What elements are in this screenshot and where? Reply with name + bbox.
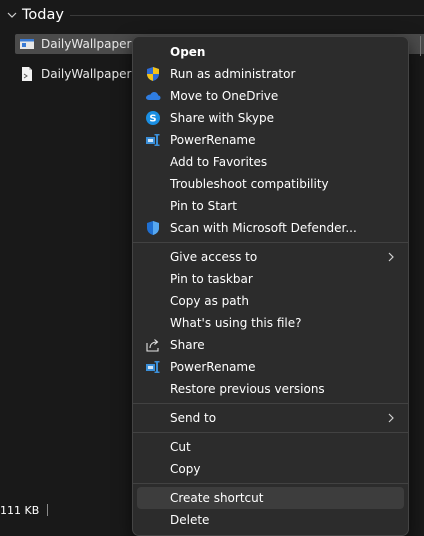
menu-item-powerrename[interactable]: PowerRename: [137, 129, 404, 151]
menu-item-label: What's using this file?: [170, 316, 302, 330]
menu-item-label: Scan with Microsoft Defender...: [170, 221, 357, 235]
group-header-today[interactable]: Today: [6, 5, 64, 25]
menu-item-whats-using-this-file[interactable]: What's using this file?: [137, 312, 404, 334]
menu-item-label: Copy: [170, 462, 201, 476]
menu-item-label: Cut: [170, 440, 191, 454]
svg-text:S: S: [149, 114, 156, 125]
menu-item-label: PowerRename: [170, 360, 256, 374]
menu-item-label: Share: [170, 338, 205, 352]
menu-item-scan-with-defender[interactable]: Scan with Microsoft Defender...: [137, 217, 404, 239]
menu-item-give-access-to[interactable]: Give access to: [137, 246, 404, 268]
menu-item-label: Open: [170, 45, 206, 59]
context-menu: Open Run as administrator Move to OneDri…: [132, 36, 409, 536]
column-divider[interactable]: [420, 36, 421, 56]
group-divider: [70, 15, 424, 16]
menu-item-pin-to-start[interactable]: Pin to Start: [137, 195, 404, 217]
menu-separator: [133, 432, 408, 433]
menu-item-run-as-admin[interactable]: Run as administrator: [137, 63, 404, 85]
menu-item-label: Pin to Start: [170, 199, 237, 213]
menu-item-copy-as-path[interactable]: Copy as path: [137, 290, 404, 312]
menu-item-label: Move to OneDrive: [170, 89, 279, 103]
menu-item-delete[interactable]: Delete: [137, 509, 404, 531]
menu-item-add-to-favorites[interactable]: Add to Favorites: [137, 151, 404, 173]
menu-item-label: Create shortcut: [170, 491, 264, 505]
chevron-down-icon: [7, 12, 17, 18]
menu-item-label: Troubleshoot compatibility: [170, 177, 329, 191]
ps1-file-icon: [22, 67, 32, 81]
menu-item-label: Delete: [170, 513, 210, 527]
group-header-label: Today: [22, 7, 64, 23]
skype-icon: S: [145, 110, 161, 126]
menu-separator: [133, 483, 408, 484]
menu-item-powerrename-2[interactable]: PowerRename: [137, 356, 404, 378]
menu-item-label: Share with Skype: [170, 111, 274, 125]
status-separator: [47, 504, 49, 516]
menu-item-label: Give access to: [170, 250, 258, 264]
menu-item-copy[interactable]: Copy: [137, 458, 404, 480]
menu-item-label: Pin to taskbar: [170, 272, 253, 286]
powerrename-icon: [145, 359, 161, 375]
menu-item-move-to-onedrive[interactable]: Move to OneDrive: [137, 85, 404, 107]
menu-item-label: Run as administrator: [170, 67, 296, 81]
menu-item-open[interactable]: Open: [137, 41, 404, 63]
menu-item-create-shortcut[interactable]: Create shortcut: [137, 487, 404, 509]
uac-shield-icon: [145, 66, 161, 82]
menu-item-label: Send to: [170, 411, 217, 425]
menu-item-label: Copy as path: [170, 294, 249, 308]
menu-separator: [133, 403, 408, 404]
powerrename-icon: [145, 132, 161, 148]
menu-item-troubleshoot-compatibility[interactable]: Troubleshoot compatibility: [137, 173, 404, 195]
chevron-right-icon: [388, 413, 394, 423]
menu-item-send-to[interactable]: Send to: [137, 407, 404, 429]
menu-item-label: PowerRename: [170, 133, 256, 147]
menu-separator: [133, 242, 408, 243]
defender-shield-icon: [145, 220, 161, 236]
menu-item-label: Add to Favorites: [170, 155, 268, 169]
menu-item-cut[interactable]: Cut: [137, 436, 404, 458]
menu-item-share[interactable]: Share: [137, 334, 404, 356]
status-bar: 111 KB: [0, 502, 49, 518]
menu-item-pin-to-taskbar[interactable]: Pin to taskbar: [137, 268, 404, 290]
share-icon: [145, 337, 161, 353]
exe-file-icon: [20, 39, 34, 49]
menu-item-label: Restore previous versions: [170, 382, 325, 396]
chevron-right-icon: [388, 252, 394, 262]
status-size: 111 KB: [0, 503, 40, 517]
menu-item-share-with-skype[interactable]: S Share with Skype: [137, 107, 404, 129]
onedrive-cloud-icon: [145, 88, 161, 104]
menu-item-restore-previous-versions[interactable]: Restore previous versions: [137, 378, 404, 400]
